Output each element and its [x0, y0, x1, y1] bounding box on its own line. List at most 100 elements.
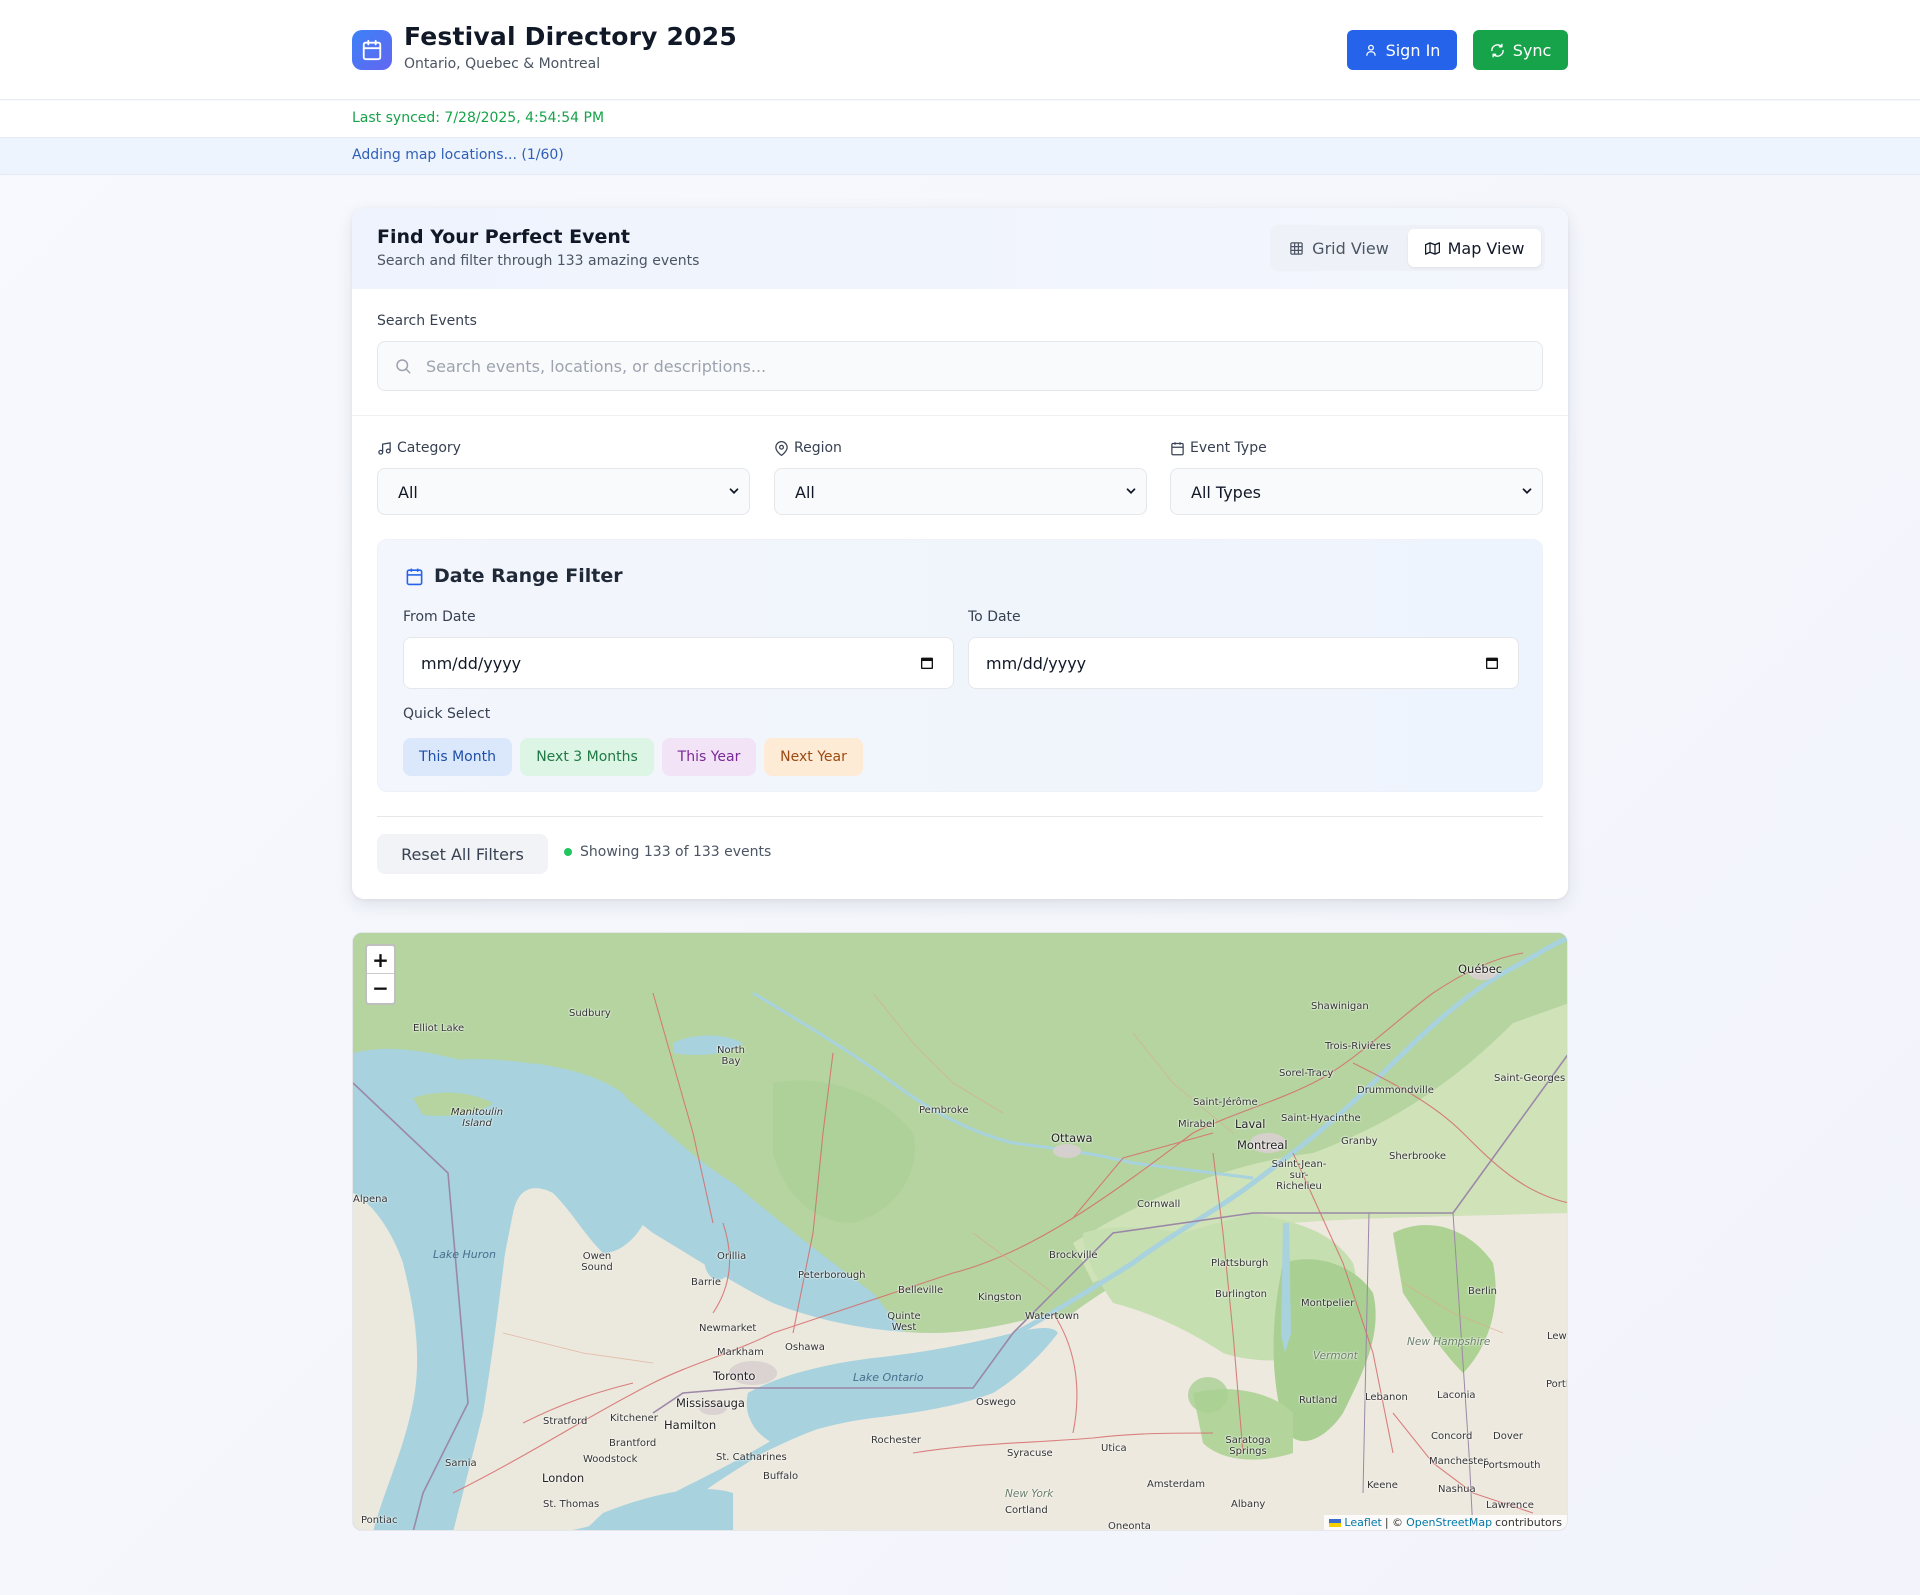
map-place-label: Québec: [1458, 962, 1503, 976]
event-type-label: Event Type: [1170, 440, 1267, 456]
map-place-label: Saint-Jean-sur-Richelieu: [1271, 1159, 1327, 1192]
result-count: Showing 133 of 133 events: [564, 844, 771, 860]
map-place-label: Portl: [1546, 1379, 1568, 1390]
quick-select-this-year[interactable]: This Year: [662, 738, 756, 776]
map-view-label: Map View: [1447, 238, 1525, 258]
map-place-label: North Bay: [717, 1045, 745, 1067]
date-range-panel: Date Range Filter From Date mm/dd/yyyy T…: [377, 539, 1543, 792]
sync-label: Sync: [1512, 40, 1552, 60]
sync-status-bar: [0, 101, 1920, 137]
map-place-label: Stratford: [543, 1416, 588, 1427]
map-place-label: Trois-Rivières: [1325, 1041, 1392, 1052]
chevron-down-icon: [1522, 488, 1532, 494]
map-place-label: Sarnia: [445, 1458, 477, 1469]
map-place-label: Amsterdam: [1147, 1479, 1206, 1490]
map-place-label: Concord: [1431, 1431, 1473, 1442]
map-region-label: New York: [1005, 1488, 1054, 1500]
event-type-label-text: Event Type: [1190, 440, 1267, 456]
to-date-input[interactable]: mm/dd/yyyy: [968, 637, 1519, 689]
region-label-text: Region: [794, 440, 842, 456]
divider: [377, 816, 1543, 817]
map-water-label: Lake Huron: [433, 1248, 496, 1261]
map-place-label: Kitchener: [610, 1413, 658, 1424]
map-place-label: Sorel-Tracy: [1279, 1068, 1334, 1079]
region-select[interactable]: All: [774, 468, 1147, 515]
app-title: Festival Directory 2025: [404, 22, 737, 51]
event-type-select[interactable]: All Types: [1170, 468, 1543, 515]
quick-select-this-month[interactable]: This Month: [403, 738, 512, 776]
from-date-label: From Date: [403, 609, 476, 625]
view-toggle: Grid View Map View: [1270, 225, 1545, 271]
map-place-label: Shawinigan: [1311, 1001, 1369, 1012]
chevron-down-icon: [729, 488, 739, 494]
reset-filters-button[interactable]: Reset All Filters: [377, 834, 548, 874]
map-place-label: Brockville: [1049, 1250, 1098, 1261]
from-date-input[interactable]: mm/dd/yyyy: [403, 637, 954, 689]
map-place-label: Saint-Hyacinthe: [1281, 1113, 1361, 1124]
search-label: Search Events: [377, 313, 477, 329]
map-place-label: Pembroke: [919, 1105, 969, 1116]
map-place-label: Dover: [1493, 1431, 1523, 1442]
region-value: All: [795, 483, 815, 502]
zoom-control: + −: [365, 944, 396, 1005]
map-place-label: Syracuse: [1007, 1448, 1053, 1459]
refresh-icon: [1490, 43, 1504, 57]
progress-banner: [0, 137, 1920, 175]
map-place-label: Utica: [1101, 1443, 1127, 1454]
calendar-logo-icon: [352, 30, 392, 70]
map-place-label: St. Catharines: [716, 1452, 787, 1463]
map-region-label: Vermont: [1313, 1350, 1358, 1362]
music-note-icon: [378, 441, 391, 455]
quick-select-next-3-months[interactable]: Next 3 Months: [520, 738, 654, 776]
map-place-label: Rochester: [871, 1435, 921, 1446]
calendar-picker-icon[interactable]: [919, 655, 935, 671]
zoom-out-button[interactable]: −: [367, 974, 394, 1002]
sign-in-label: Sign In: [1385, 40, 1441, 60]
last-synced-text: Last synced: 7/28/2025, 4:54:54 PM: [352, 110, 605, 126]
map-view-button[interactable]: Map View: [1408, 229, 1541, 267]
date-range-title: Date Range Filter: [405, 565, 623, 587]
zoom-in-button[interactable]: +: [367, 946, 394, 974]
map-place-label: Hamilton: [664, 1418, 717, 1432]
map-place-label: Montpelier: [1301, 1298, 1355, 1309]
map-place-label: Buffalo: [763, 1471, 799, 1482]
calendar-picker-icon[interactable]: [1484, 655, 1500, 671]
sign-in-button[interactable]: Sign In: [1347, 30, 1457, 70]
map-place-label: Peterborough: [798, 1270, 866, 1281]
event-type-value: All Types: [1191, 483, 1262, 502]
leaflet-link[interactable]: Leaflet: [1344, 1516, 1381, 1529]
search-icon: [396, 359, 411, 374]
map-place-label: Oshawa: [785, 1342, 825, 1353]
map-tiles: [353, 933, 1567, 1530]
event-map[interactable]: Québec Shawinigan Trois-Rivières Sorel-T…: [352, 932, 1568, 1531]
filter-card: Find Your Perfect Event Search and filte…: [352, 208, 1568, 899]
filter-title: Find Your Perfect Event: [377, 226, 630, 248]
attribution-suffix: contributors: [1495, 1516, 1562, 1529]
map-place-label: Saratoga Springs: [1225, 1435, 1271, 1457]
search-input[interactable]: [426, 342, 1526, 390]
search-box: [377, 341, 1543, 391]
map-place-label: Keene: [1367, 1480, 1398, 1491]
status-dot-icon: [564, 848, 572, 856]
result-count-text: Showing 133 of 133 events: [580, 844, 772, 860]
map-place-label: Belleville: [898, 1285, 944, 1296]
map-place-label: Nashua: [1438, 1484, 1476, 1495]
app-subtitle: Ontario, Quebec & Montreal: [404, 56, 601, 72]
attribution-separator: | ©: [1384, 1516, 1404, 1529]
category-select[interactable]: All: [377, 468, 750, 515]
quick-select-next-year[interactable]: Next Year: [764, 738, 863, 776]
grid-view-button[interactable]: Grid View: [1274, 229, 1404, 267]
map-place-label: Rutland: [1299, 1395, 1338, 1406]
map-icon: [1424, 241, 1440, 255]
map-region-label: New Hampshire: [1407, 1336, 1491, 1348]
map-place-label: Watertown: [1025, 1311, 1080, 1322]
map-place-label: Manchester: [1429, 1456, 1488, 1467]
category-label: Category: [377, 440, 461, 456]
openstreetmap-link[interactable]: OpenStreetMap: [1406, 1516, 1492, 1529]
top-header: [0, 0, 1920, 100]
map-place-label: Plattsburgh: [1211, 1258, 1269, 1269]
calendar-icon: [1171, 441, 1184, 455]
map-place-label: Lew: [1547, 1331, 1567, 1342]
progress-text: Adding map locations... (1/60): [352, 147, 564, 163]
sync-button[interactable]: Sync: [1473, 30, 1568, 70]
